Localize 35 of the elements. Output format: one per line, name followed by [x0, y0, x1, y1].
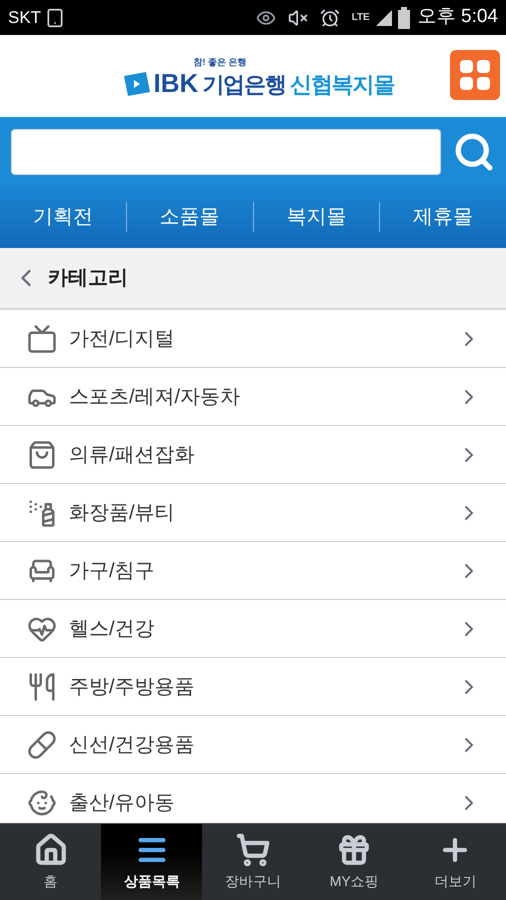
baby-face-icon — [27, 788, 57, 818]
network-label: LTE — [352, 11, 370, 25]
nav-tab[interactable]: MY쇼핑 — [304, 824, 405, 900]
spray-bottle-icon — [27, 498, 57, 528]
category-tab[interactable]: 기획전 — [0, 186, 126, 248]
nav-tab[interactable]: 더보기 — [404, 824, 506, 900]
battery-icon — [398, 6, 410, 28]
nav-tab[interactable]: 장바구니 — [202, 824, 304, 900]
search-field[interactable] — [11, 128, 441, 174]
logo-mall-name: 신협복지몰 — [290, 74, 394, 96]
logo-slogan: 참! 좋은 은행 — [194, 56, 248, 70]
home-icon — [34, 832, 68, 866]
nav-tab[interactable]: 홈 — [0, 824, 102, 900]
tv-icon — [27, 324, 57, 354]
logo-bank-name: 기업은행 — [202, 74, 286, 96]
shopping-bag-icon — [27, 440, 57, 470]
cart-icon — [236, 832, 270, 866]
logo-icon — [122, 72, 150, 96]
carrier-label: SKT — [8, 6, 42, 29]
device-icon — [45, 8, 66, 28]
category-tab[interactable]: 복지몰 — [254, 186, 380, 248]
pill-icon — [27, 730, 57, 760]
category-title: 카테고리 — [48, 266, 128, 291]
utensils-icon — [27, 672, 57, 702]
category-tab[interactable]: 소품몰 — [126, 186, 252, 248]
clock: 오후 5:04 — [418, 5, 498, 30]
category-tab[interactable]: 제휴몰 — [380, 186, 506, 248]
logo-brand: IBK — [154, 70, 198, 96]
nav-tab[interactable]: 상품목록 — [101, 824, 202, 900]
mute-icon — [288, 8, 308, 28]
gift-icon — [337, 832, 372, 866]
search-icon[interactable] — [453, 130, 495, 172]
grid-menu-button[interactable] — [450, 50, 500, 100]
signal-icon — [374, 8, 394, 28]
alarm-icon — [320, 8, 340, 28]
